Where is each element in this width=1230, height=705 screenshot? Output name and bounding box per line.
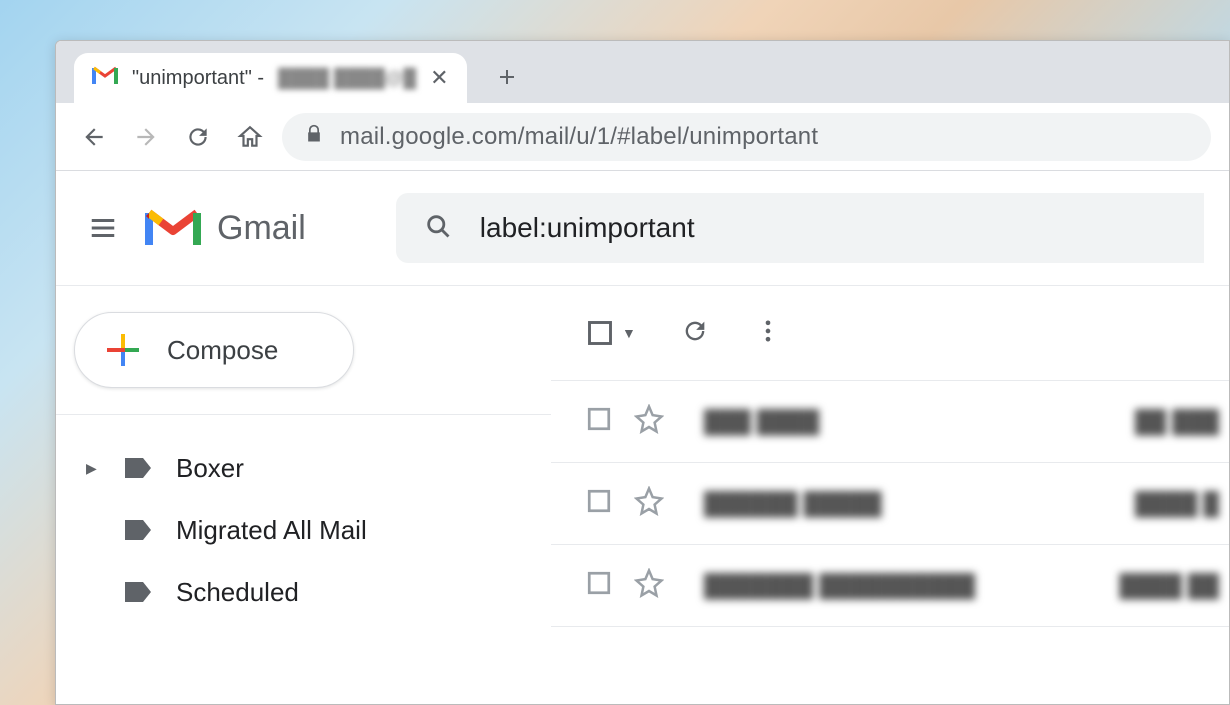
mail-toolbar: ▼ [551,286,1229,381]
new-tab-button[interactable] [485,55,529,99]
subject-blurred: ██ ███ [1018,409,1229,435]
home-button[interactable] [230,117,270,157]
star-icon[interactable] [634,568,664,603]
back-button[interactable] [74,117,114,157]
browser-tab[interactable]: "unimportant" - ████ ████@█ ✕ [74,53,467,103]
sidebar-label-migrated[interactable]: ▶ Migrated All Mail [56,499,551,561]
label-name: Migrated All Mail [176,515,367,546]
gmail-header: Gmail label:unimportant [56,171,1229,286]
tab-title: "unimportant" - [132,67,264,90]
compose-label: Compose [167,335,278,366]
tab-strip: "unimportant" - ████ ████@█ ✕ [56,41,1229,103]
subject-blurred: ████ ██ [1018,573,1229,599]
omnibox[interactable]: mail.google.com/mail/u/1/#label/unimport… [282,113,1211,161]
mail-row[interactable]: ███ ████ ██ ███ [551,381,1229,463]
chevron-down-icon: ▼ [622,325,636,341]
expand-caret-icon[interactable]: ▶ [86,460,100,477]
forward-button[interactable] [126,117,166,157]
reload-button[interactable] [178,117,218,157]
row-checkbox[interactable] [586,406,612,437]
compose-button[interactable]: Compose [74,312,354,388]
url-text: mail.google.com/mail/u/1/#label/unimport… [340,123,818,151]
browser-window: "unimportant" - ████ ████@█ ✕ mail.googl… [55,40,1230,705]
label-name: Scheduled [176,577,299,608]
mail-pane: ▼ ███ ████ ██ ███ [551,286,1229,704]
sender-blurred: ███████ ██████████ [686,573,996,599]
sender-blurred: ██████ █████ [686,491,996,517]
label-icon [124,457,152,479]
sender-blurred: ███ ████ [686,409,996,435]
star-icon[interactable] [634,486,664,521]
search-icon [424,212,452,245]
labels-list: ▶ Boxer ▶ Migrated All Mail ▶ [56,415,551,623]
label-icon [124,519,152,541]
gmail-product-name: Gmail [217,209,306,248]
main-menu-button[interactable] [81,206,125,250]
mail-row[interactable]: ██████ █████ ████ █ [551,463,1229,545]
gmail-body: Compose ▶ Boxer ▶ Migrated All Mail [56,286,1229,704]
row-checkbox[interactable] [586,488,612,519]
row-checkbox[interactable] [586,570,612,601]
mail-list: ███ ████ ██ ███ ██████ █████ ████ █ ████… [551,381,1229,704]
lock-icon [304,124,324,149]
label-name: Boxer [176,453,244,484]
gmail-logo[interactable]: Gmail [145,207,306,249]
search-query-text: label:unimportant [480,212,695,244]
more-button[interactable] [754,317,782,350]
sidebar-label-boxer[interactable]: ▶ Boxer [56,437,551,499]
compose-section: Compose [56,286,551,415]
select-all-dropdown[interactable]: ▼ [586,319,636,347]
sidebar: Compose ▶ Boxer ▶ Migrated All Mail [56,286,551,704]
gmail-favicon [92,66,118,91]
star-icon[interactable] [634,404,664,439]
subject-blurred: ████ █ [1018,491,1229,517]
search-box[interactable]: label:unimportant [396,193,1204,263]
mail-row[interactable]: ███████ ██████████ ████ ██ [551,545,1229,627]
address-bar-row: mail.google.com/mail/u/1/#label/unimport… [56,103,1229,171]
label-icon [124,581,152,603]
close-tab-icon[interactable]: ✕ [430,65,448,91]
sidebar-label-scheduled[interactable]: ▶ Scheduled [56,561,551,623]
tab-account-blurred: ████ ████@█ [278,68,416,89]
refresh-button[interactable] [681,317,709,350]
